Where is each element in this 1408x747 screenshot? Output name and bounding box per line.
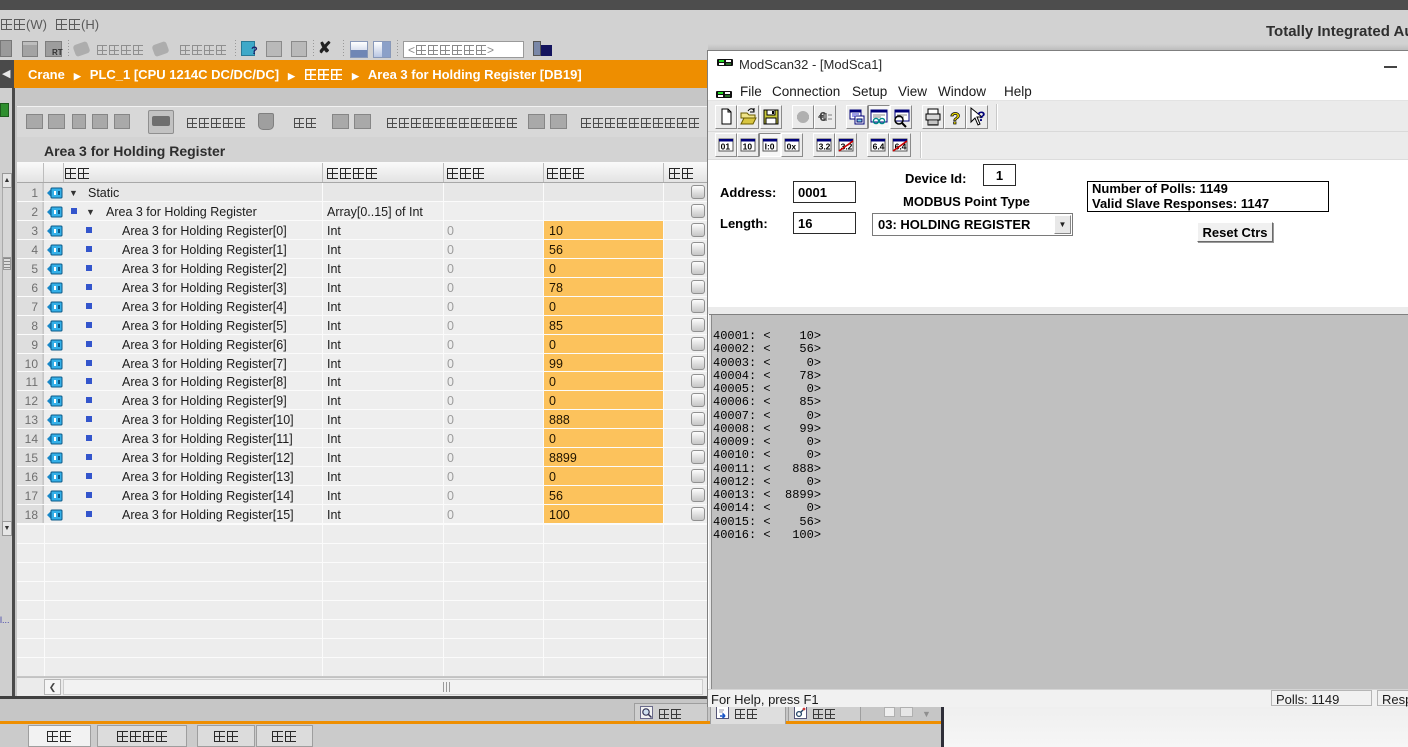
- svg-text:I:0: I:0: [765, 142, 775, 152]
- svg-text:0x: 0x: [787, 142, 797, 152]
- svg-text:3.2: 3.2: [819, 142, 831, 152]
- svg-text:€: €: [819, 109, 826, 124]
- svg-text:?: ?: [977, 108, 986, 124]
- svg-text:?: ?: [950, 109, 960, 128]
- svg-text:01: 01: [721, 142, 731, 152]
- svg-text:10: 10: [743, 142, 753, 152]
- svg-text:6.4: 6.4: [873, 142, 885, 152]
